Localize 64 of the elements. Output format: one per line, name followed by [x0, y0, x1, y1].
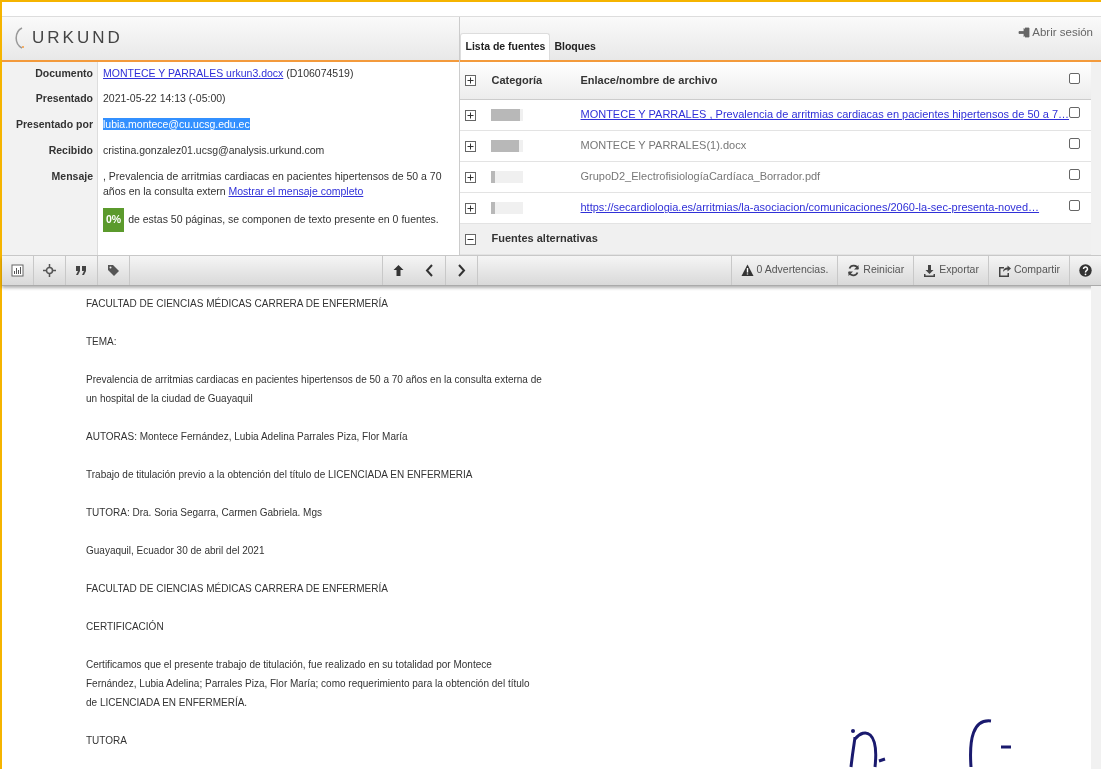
source-link[interactable]: MONTECE Y PARRALES , Prevalencia de arritmias cardiacas en pacientes hipertensos de 50 a 7… — [580, 108, 1069, 121]
field-value: 2021-05-22 14:13 (-05:00) — [103, 92, 226, 105]
sign-in-icon — [1018, 26, 1031, 38]
checkbox[interactable] — [1069, 72, 1080, 84]
checkbox[interactable] — [1069, 107, 1080, 119]
document-paragraph: CERTIFICACIÓN — [86, 619, 165, 634]
login-button[interactable]: Abrir sesión — [1012, 22, 1099, 42]
share-button[interactable]: Compartir — [987, 255, 1069, 285]
document-paragraph: Prevalencia de arritmias cardiacas en pacientes hipertensos de 50 a 70 años en la consulta externa de un hospital de la ciudad de Guayaquil — [86, 373, 542, 406]
checkbox[interactable] — [1069, 169, 1080, 181]
source-filename: MONTECE Y PARRALES(1).docx — [580, 139, 747, 152]
message-text: , Prevalencia de arritmias cardiacas en pacientes hipertensos de 50 a 70 años en la consulta extern Mostrar el mensaje completo — [103, 168, 443, 200]
refresh-button[interactable]: Reiniciar — [837, 255, 914, 285]
checkbox[interactable] — [1069, 200, 1080, 212]
document-paragraph: TUTORA — [86, 734, 128, 748]
field-label: Presentado por — [2, 113, 98, 139]
document-paragraph: FACULTAD DE CIENCIAS MÉDICAS CARRERA DE ENFERMERÍA — [86, 581, 389, 596]
up-arrow-icon — [392, 263, 406, 277]
tags-icon — [107, 263, 120, 277]
document-paragraph: FACULTAD DE CIENCIAS MÉDICAS CARRERA DE ENFERMERÍA — [86, 296, 389, 311]
source-filename: GrupoD2_ElectrofisiologíaCardíaca_Borrador.pdf — [580, 170, 821, 183]
group-label: Fuentes alternativas — [491, 231, 598, 247]
tab[interactable]: Bloques — [550, 33, 600, 60]
scrollbar[interactable] — [1091, 286, 1101, 769]
document-paragraph: TEMA: — [86, 335, 118, 349]
document-link[interactable]: MONTECE Y PARRALES urkun3.docx — [103, 66, 284, 79]
bar-chart-icon — [11, 263, 24, 277]
download-icon — [923, 263, 937, 277]
refresh-icon — [847, 263, 861, 277]
document-paragraph: Guayaquil, Ecuador 30 de abril del 2021 — [86, 544, 266, 558]
score-badge: 0% — [103, 208, 125, 232]
checkbox[interactable] — [1069, 138, 1080, 150]
scrollbar[interactable] — [1091, 61, 1101, 255]
expand-icon[interactable] — [465, 202, 477, 214]
document-paragraph: TUTORA: Dra. Soria Segarra, Carmen Gabriela. Mgs — [86, 506, 323, 520]
collapse-icon[interactable] — [465, 233, 477, 245]
score-text: de estas 50 páginas, se componen de texto presente en 0 fuentes. — [128, 212, 439, 228]
document-paragraph: Certificamos que el presente trabajo de titulación, fue realizado en su totalidad por Montece Fernández, Lubia Adelina; Parrales Piza, Flor María; como requerimiento para la obtención del título de LICENCIADA EN ENFERMERÍA. — [86, 658, 531, 710]
column-header: Enlace/nombre de archivo — [580, 72, 719, 88]
logo-arc-icon — [14, 26, 24, 51]
crosshair-icon — [43, 263, 56, 277]
expand-icon[interactable] — [465, 75, 477, 87]
share-icon — [997, 263, 1011, 277]
download-button[interactable]: Exportar — [913, 255, 988, 285]
warning-button[interactable]: 0 Advertencias. — [730, 255, 838, 285]
help-icon — [1079, 263, 1092, 277]
field-label: Presentado — [2, 87, 98, 114]
show-message-link[interactable]: Mostrar el mensaje completo — [228, 185, 364, 198]
field-label: Documento — [2, 61, 98, 88]
source-link[interactable]: https://secardiologia.es/arritmias/la-asociacion/comunicaciones/2060-la-sec-presenta-noved… — [580, 201, 1040, 214]
field-value: cristina.gonzalez01.ucsg@analysis.urkund.com — [103, 143, 325, 156]
document-paragraph: Trabajo de titulación previo a la obtención del título de LICENCIADA EN ENFERMERIA — [86, 468, 474, 482]
expand-icon[interactable] — [465, 171, 477, 183]
expand-icon[interactable] — [465, 140, 477, 152]
field-label: Recibido — [2, 138, 98, 165]
warning-icon — [740, 263, 754, 277]
expand-icon[interactable] — [465, 109, 477, 121]
column-header: Categoría — [491, 72, 544, 88]
logo: URKUND — [31, 27, 123, 50]
document-id: (D106074519) — [285, 66, 354, 79]
quote-icon — [75, 263, 88, 277]
tab[interactable]: Lista de fuentes — [460, 32, 551, 60]
document-paragraph: AUTORAS: Montece Fernández, Lubia Adelina Parrales Piza, Flor María — [86, 430, 409, 444]
field-label: Mensaje — [2, 164, 98, 238]
